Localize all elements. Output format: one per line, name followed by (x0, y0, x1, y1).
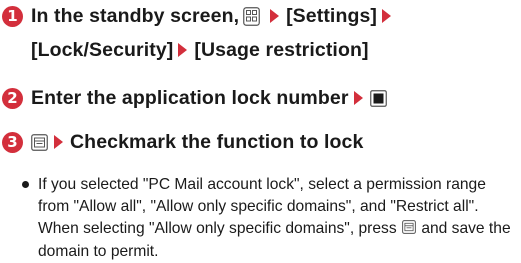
menu-key-icon (243, 6, 260, 26)
bullet-dot (22, 181, 29, 188)
step-1-text: In the standby screen, (31, 4, 240, 27)
step-3-text: Checkmark the function to lock (70, 130, 364, 153)
usage-restriction-item: [Usage restriction] (194, 38, 369, 61)
instruction-page: 1 In the standby screen, [Settings] [Loc… (0, 0, 521, 260)
note-bullet: If you selected "PC Mail account lock", … (22, 174, 517, 263)
step-1: 1 In the standby screen, [Settings] [Loc… (2, 4, 517, 62)
step-2-line: 2 Enter the application lock number (2, 86, 517, 110)
lock-security-item: [Lock/Security] (31, 38, 174, 61)
step-number-1: 1 (2, 5, 23, 27)
step-2: 2 Enter the application lock number (2, 86, 517, 110)
sub-menu-key-icon (31, 133, 48, 151)
step-1-line-1: 1 In the standby screen, [Settings] (2, 4, 517, 28)
step-number-2: 2 (2, 87, 23, 109)
arrow-icon (54, 135, 63, 149)
center-key-icon (369, 89, 387, 107)
step-number-3: 3 (2, 131, 23, 153)
sub-menu-key-icon (402, 219, 416, 241)
step-1-line-2: [Lock/Security] [Usage restriction] (2, 38, 517, 62)
settings-item: [Settings] (286, 4, 378, 27)
arrow-icon (178, 43, 188, 57)
arrow-icon (270, 9, 280, 23)
step-2-text: Enter the application lock number (31, 86, 349, 109)
note-text-part-1: If you selected "PC Mail account lock", … (38, 176, 486, 237)
arrow-icon (353, 91, 363, 105)
step-3: 3 Checkmark the function to lock (2, 130, 517, 154)
arrow-icon (382, 9, 392, 23)
step-3-line: 3 Checkmark the function to lock (2, 130, 517, 154)
note-text: If you selected "PC Mail account lock", … (22, 174, 517, 263)
